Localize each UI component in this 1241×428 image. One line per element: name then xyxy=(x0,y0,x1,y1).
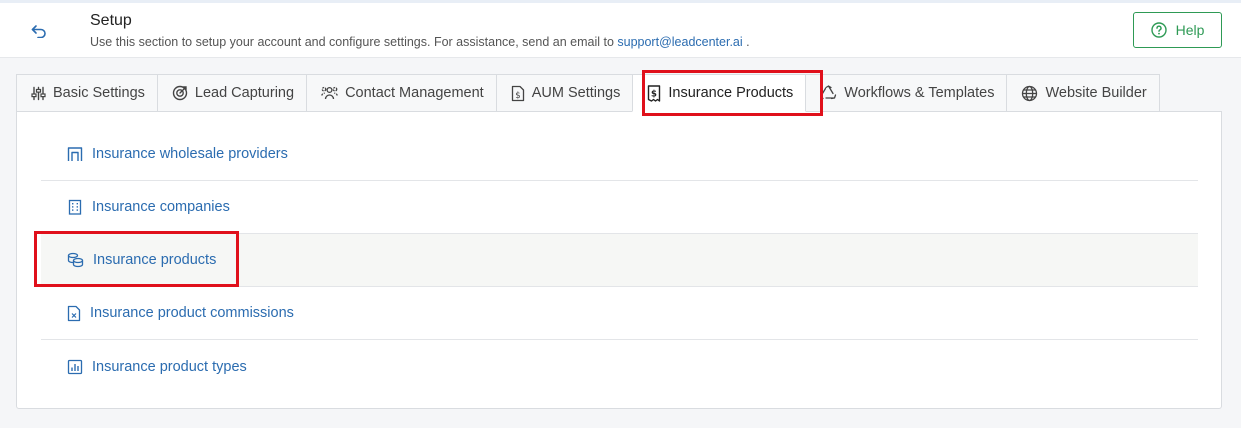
tab-label: Lead Capturing xyxy=(194,85,295,101)
list-item-product-types[interactable]: Insurance product types xyxy=(41,340,1198,393)
tab-website-builder[interactable]: Website Builder xyxy=(1006,74,1160,112)
help-circle-icon xyxy=(1150,22,1167,38)
target-icon xyxy=(172,85,188,101)
back-button[interactable] xyxy=(29,21,49,41)
help-button[interactable]: Help xyxy=(1133,12,1222,48)
page-subtitle: Use this section to setup your account a… xyxy=(90,35,750,49)
page-header: Setup Use this section to setup your acc… xyxy=(0,3,1241,58)
list-item-insurance-companies[interactable]: Insurance companies xyxy=(41,181,1198,234)
list-item-insurance-products[interactable]: Insurance products xyxy=(41,234,1198,287)
tab-contact-management[interactable]: Contact Management xyxy=(306,74,497,112)
tab-insurance-products[interactable]: $ Insurance Products xyxy=(632,74,807,112)
list-item-wholesale-providers[interactable]: Insurance wholesale providers xyxy=(41,128,1198,181)
tab-label: AUM Settings xyxy=(531,85,621,101)
sliders-icon xyxy=(31,86,46,100)
subtitle-text: Use this section to setup your account a… xyxy=(90,35,618,49)
svg-text:$: $ xyxy=(651,89,657,99)
file-x-icon xyxy=(67,305,81,321)
tab-label: Workflows & Templates xyxy=(844,85,995,101)
tab-label: Contact Management xyxy=(345,85,484,101)
list-item-label: Insurance products xyxy=(93,252,217,268)
back-arrow-icon xyxy=(31,25,46,38)
tab-lead-capturing[interactable]: Lead Capturing xyxy=(156,74,308,112)
users-icon xyxy=(321,86,338,99)
globe-icon xyxy=(1022,85,1038,101)
list-item-label: Insurance wholesale providers xyxy=(92,146,288,162)
page-title: Setup xyxy=(90,12,132,29)
support-email-link[interactable]: support@leadcenter.ai xyxy=(617,35,742,49)
tab-workflows-templates[interactable]: Workflows & Templates xyxy=(805,74,1008,112)
list-item-label: Insurance companies xyxy=(92,199,230,215)
dollar-receipt-icon: $ xyxy=(648,84,661,102)
help-label: Help xyxy=(1175,22,1205,38)
tab-basic-settings[interactable]: Basic Settings xyxy=(16,74,158,112)
coins-icon xyxy=(67,252,84,268)
subtitle-suffix: . xyxy=(742,35,750,49)
svg-text:$: $ xyxy=(515,91,520,101)
warehouse-icon xyxy=(67,147,83,161)
tab-aum-settings[interactable]: $ AUM Settings xyxy=(495,74,634,112)
list-item-product-commissions[interactable]: Insurance product commissions xyxy=(41,287,1198,340)
tab-label: Website Builder xyxy=(1045,85,1147,101)
chart-icon xyxy=(67,359,83,374)
tab-label: Insurance Products xyxy=(668,85,794,101)
building-icon xyxy=(68,199,82,215)
settings-panel: Insurance wholesale providers Insurance … xyxy=(16,111,1222,409)
list-item-label: Insurance product types xyxy=(92,358,247,375)
settings-tabs: Basic Settings Lead Capturing Contact Ma… xyxy=(16,74,1160,112)
tab-label: Basic Settings xyxy=(53,85,145,101)
list-item-label: Insurance product commissions xyxy=(90,305,294,321)
recycle-icon xyxy=(820,85,837,100)
dollar-file-icon: $ xyxy=(511,85,524,101)
